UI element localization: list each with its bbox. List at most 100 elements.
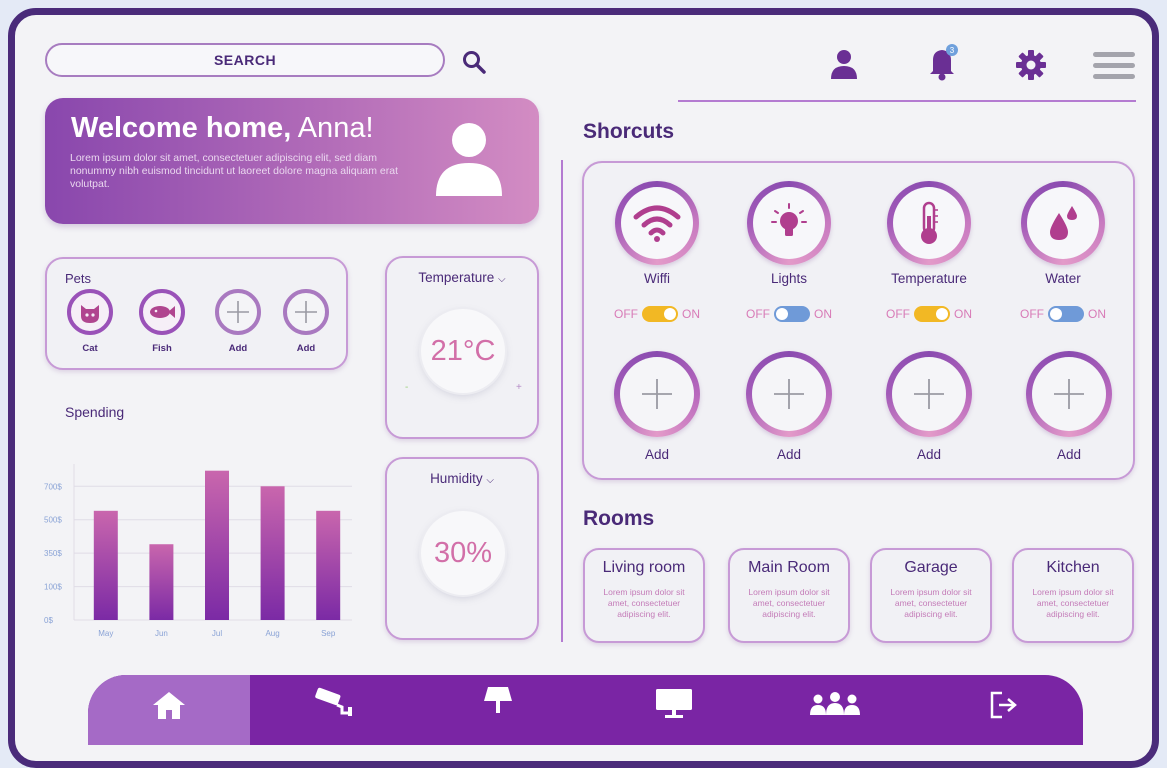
plus-icon	[295, 301, 317, 323]
pets-title: Pets	[65, 271, 92, 286]
rooms-title: Rooms	[583, 507, 655, 530]
temperature-dial[interactable]: 21°C	[421, 309, 505, 393]
shortcut-lights[interactable]: Lights	[734, 181, 844, 286]
toggle-switch[interactable]	[642, 306, 678, 322]
lamp-icon[interactable]	[480, 685, 516, 717]
room-card[interactable]: Living room Lorem ipsum dolor sit amet, …	[583, 548, 705, 643]
x-tick-label: Jul	[212, 629, 222, 638]
water-toggle[interactable]: OFF ON	[1008, 306, 1118, 322]
toggle-off-label: OFF	[614, 307, 638, 321]
room-description: Lorem ipsum dolor sit amet, consectetuer…	[1032, 587, 1114, 619]
toggle-switch[interactable]	[914, 306, 950, 322]
plus-icon	[227, 301, 249, 323]
y-tick-label: 0$	[44, 616, 53, 625]
shortcut-add[interactable]: Add	[602, 351, 712, 462]
pet-label: Add	[228, 343, 248, 354]
welcome-title: Welcome home, Anna!	[71, 112, 374, 145]
temperature-title: Temperature	[418, 270, 495, 285]
plus-icon	[914, 379, 944, 409]
temperature-value: 21°C	[430, 334, 496, 367]
room-card[interactable]: Main Room Lorem ipsum dolor sit amet, co…	[728, 548, 850, 643]
search-input[interactable]: SEARCH	[45, 43, 445, 77]
section-divider	[561, 160, 563, 642]
security-camera-icon[interactable]	[312, 685, 354, 717]
temperature-toggle[interactable]: OFF ON	[874, 306, 984, 322]
room-description: Lorem ipsum dolor sit amet, consectetuer…	[603, 587, 685, 619]
water-drop-icon	[1050, 206, 1077, 240]
shortcuts-title: Shorcuts	[583, 120, 675, 143]
room-title: Living room	[602, 559, 686, 576]
chevron-down-icon: ⌵	[486, 475, 494, 486]
shortcut-temperature[interactable]: Temperature	[874, 181, 984, 286]
y-tick-label: 100$	[44, 583, 62, 592]
plus-icon	[642, 379, 672, 409]
shortcut-add[interactable]: Add	[874, 351, 984, 462]
shortcut-wifi[interactable]: Wiffi	[602, 181, 712, 286]
humidity-dial[interactable]: 30%	[421, 511, 505, 595]
search-icon[interactable]	[460, 48, 488, 76]
spending-title: Spending	[65, 404, 125, 420]
room-card[interactable]: Kitchen Lorem ipsum dolor sit amet, cons…	[1012, 548, 1134, 643]
wifi-toggle[interactable]: OFF ON	[602, 306, 712, 322]
spending-chart: 0$ 100$ 350$ 500$ 700$ May Jun Jul Aug Sep	[44, 464, 352, 638]
temperature-dropdown[interactable]: Temperature ⌵	[387, 270, 537, 285]
menu-icon[interactable]	[1093, 50, 1135, 82]
people-icon[interactable]	[808, 691, 862, 723]
avatar-icon	[436, 123, 502, 196]
temperature-card: Temperature ⌵ 21°C - +	[385, 256, 539, 439]
chevron-down-icon: ⌵	[497, 274, 506, 285]
home-icon[interactable]	[151, 689, 187, 721]
user-icon[interactable]	[827, 47, 861, 81]
y-tick-label: 500$	[44, 516, 62, 525]
lights-toggle[interactable]: OFF ON	[734, 306, 844, 322]
toggle-off-label: OFF	[886, 307, 910, 321]
temperature-decrease[interactable]: -	[405, 382, 408, 393]
shortcuts-panel: Wiffi OFF ON Lights OFF ON Temperature O…	[582, 161, 1135, 480]
welcome-name: Anna!	[297, 112, 374, 144]
welcome-card: Welcome home, Anna! Lorem ipsum dolor si…	[45, 98, 539, 224]
logout-icon[interactable]	[988, 689, 1020, 721]
room-title: Garage	[904, 559, 958, 576]
shortcut-label: Add	[1056, 447, 1082, 462]
pet-cat[interactable]: Cat	[63, 289, 117, 354]
shortcut-water[interactable]: Water	[1008, 181, 1118, 286]
welcome-greeting: Welcome home,	[71, 112, 292, 144]
bar-jun	[149, 544, 174, 620]
y-tick-label: 700$	[44, 482, 62, 491]
toggle-switch[interactable]	[1048, 306, 1084, 322]
y-tick-label: 350$	[44, 549, 62, 558]
shortcut-label: Add	[916, 447, 942, 462]
room-card[interactable]: Garage Lorem ipsum dolor sit amet, conse…	[870, 548, 992, 643]
temperature-increase[interactable]: +	[516, 382, 522, 393]
shortcut-add[interactable]: Add	[734, 351, 844, 462]
x-tick-label: May	[98, 629, 113, 638]
gear-icon[interactable]	[1014, 48, 1048, 82]
fish-icon	[150, 306, 175, 318]
x-tick-label: Sep	[321, 629, 336, 638]
toggle-on-label: ON	[1088, 307, 1106, 321]
bell-icon[interactable]: 3	[924, 42, 962, 82]
bar-sep	[316, 510, 341, 620]
shortcut-label: Wiffi	[644, 271, 670, 286]
pet-fish[interactable]: Fish	[135, 289, 189, 354]
plus-icon	[774, 379, 804, 409]
pet-add[interactable]: Add	[279, 289, 333, 354]
toggle-switch[interactable]	[774, 306, 810, 322]
shortcut-add[interactable]: Add	[1014, 351, 1124, 462]
monitor-icon[interactable]	[654, 687, 694, 719]
notification-badge: 3	[950, 46, 955, 55]
pet-label: Cat	[82, 343, 98, 354]
shortcut-label: Water	[1045, 271, 1081, 286]
thermometer-icon	[921, 201, 938, 244]
pets-card: Pets Cat Fish Add Add	[45, 257, 348, 370]
shortcut-label: Add	[776, 447, 802, 462]
toggle-on-label: ON	[814, 307, 832, 321]
toggle-off-label: OFF	[1020, 307, 1044, 321]
wifi-icon	[633, 205, 681, 242]
humidity-title: Humidity	[430, 471, 483, 486]
bottom-nav	[88, 675, 1083, 745]
welcome-text: Lorem ipsum dolor sit amet, consectetuer…	[70, 152, 399, 190]
x-tick-label: Jun	[155, 629, 168, 638]
pet-add[interactable]: Add	[211, 289, 265, 354]
humidity-dropdown[interactable]: Humidity ⌵	[387, 471, 537, 486]
